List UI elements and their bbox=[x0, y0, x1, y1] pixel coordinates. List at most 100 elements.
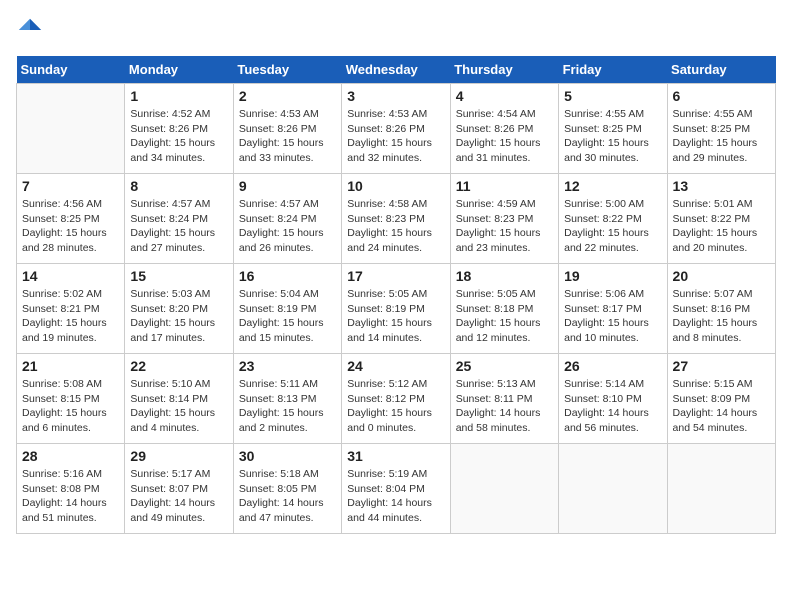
column-header-friday: Friday bbox=[559, 56, 667, 84]
calendar-cell: 18 Sunrise: 5:05 AM Sunset: 8:18 PM Dayli… bbox=[450, 264, 558, 354]
calendar-cell: 5 Sunrise: 4:55 AM Sunset: 8:25 PM Daylig… bbox=[559, 84, 667, 174]
day-detail: Sunrise: 5:01 AM Sunset: 8:22 PM Dayligh… bbox=[673, 197, 770, 256]
day-detail: Sunrise: 5:05 AM Sunset: 8:18 PM Dayligh… bbox=[456, 287, 553, 346]
day-number: 3 bbox=[347, 88, 444, 104]
calendar-cell: 17 Sunrise: 5:05 AM Sunset: 8:19 PM Dayli… bbox=[342, 264, 450, 354]
day-number: 23 bbox=[239, 358, 336, 374]
day-number: 30 bbox=[239, 448, 336, 464]
day-number: 29 bbox=[130, 448, 227, 464]
calendar-cell: 24Sunrise: 5:12 AM Sunset: 8:12 PM Dayli… bbox=[342, 354, 450, 444]
day-detail: Sunrise: 5:17 AM Sunset: 8:07 PM Dayligh… bbox=[130, 467, 227, 526]
calendar-cell: 23 Sunrise: 5:11 AM Sunset: 8:13 PM Dayli… bbox=[233, 354, 341, 444]
calendar-cell: 11 Sunrise: 4:59 AM Sunset: 8:23 PM Dayli… bbox=[450, 174, 558, 264]
day-number: 4 bbox=[456, 88, 553, 104]
day-detail: Sunrise: 5:07 AM Sunset: 8:16 PM Dayligh… bbox=[673, 287, 770, 346]
day-detail: Sunrise: 4:55 AM Sunset: 8:25 PM Dayligh… bbox=[673, 107, 770, 166]
day-number: 20 bbox=[673, 268, 770, 284]
day-number: 10 bbox=[347, 178, 444, 194]
day-detail: Sunrise: 5:19 AM Sunset: 8:04 PM Dayligh… bbox=[347, 467, 444, 526]
day-detail: Sunrise: 4:53 AM Sunset: 8:26 PM Dayligh… bbox=[347, 107, 444, 166]
calendar-cell: 10Sunrise: 4:58 AM Sunset: 8:23 PM Dayli… bbox=[342, 174, 450, 264]
day-detail: Sunrise: 5:12 AM Sunset: 8:12 PM Dayligh… bbox=[347, 377, 444, 436]
calendar-header: SundayMondayTuesdayWednesdayThursdayFrid… bbox=[17, 56, 776, 84]
calendar-cell: 21 Sunrise: 5:08 AM Sunset: 8:15 PM Dayli… bbox=[17, 354, 125, 444]
calendar-cell: 27 Sunrise: 5:15 AM Sunset: 8:09 PM Dayli… bbox=[667, 354, 775, 444]
column-header-tuesday: Tuesday bbox=[233, 56, 341, 84]
day-number: 18 bbox=[456, 268, 553, 284]
calendar-cell: 12 Sunrise: 5:00 AM Sunset: 8:22 PM Dayli… bbox=[559, 174, 667, 264]
day-number: 1 bbox=[130, 88, 227, 104]
day-number: 12 bbox=[564, 178, 661, 194]
day-number: 16 bbox=[239, 268, 336, 284]
calendar-week-5: 28 Sunrise: 5:16 AM Sunset: 8:08 PM Dayli… bbox=[17, 444, 776, 534]
day-number: 6 bbox=[673, 88, 770, 104]
calendar-cell bbox=[450, 444, 558, 534]
calendar-week-1: 1 Sunrise: 4:52 AM Sunset: 8:26 PM Daylig… bbox=[17, 84, 776, 174]
calendar-week-4: 21 Sunrise: 5:08 AM Sunset: 8:15 PM Dayli… bbox=[17, 354, 776, 444]
calendar-cell: 6 Sunrise: 4:55 AM Sunset: 8:25 PM Daylig… bbox=[667, 84, 775, 174]
day-number: 5 bbox=[564, 88, 661, 104]
day-detail: Sunrise: 4:53 AM Sunset: 8:26 PM Dayligh… bbox=[239, 107, 336, 166]
calendar-cell: 9 Sunrise: 4:57 AM Sunset: 8:24 PM Daylig… bbox=[233, 174, 341, 264]
day-number: 25 bbox=[456, 358, 553, 374]
day-detail: Sunrise: 4:56 AM Sunset: 8:25 PM Dayligh… bbox=[22, 197, 119, 256]
column-header-sunday: Sunday bbox=[17, 56, 125, 84]
calendar-cell bbox=[559, 444, 667, 534]
day-number: 17 bbox=[347, 268, 444, 284]
day-detail: Sunrise: 5:08 AM Sunset: 8:15 PM Dayligh… bbox=[22, 377, 119, 436]
calendar-cell bbox=[17, 84, 125, 174]
day-detail: Sunrise: 5:02 AM Sunset: 8:21 PM Dayligh… bbox=[22, 287, 119, 346]
calendar-cell: 4 Sunrise: 4:54 AM Sunset: 8:26 PM Daylig… bbox=[450, 84, 558, 174]
calendar-cell: 28 Sunrise: 5:16 AM Sunset: 8:08 PM Dayli… bbox=[17, 444, 125, 534]
day-detail: Sunrise: 5:14 AM Sunset: 8:10 PM Dayligh… bbox=[564, 377, 661, 436]
day-number: 9 bbox=[239, 178, 336, 194]
calendar-cell: 26Sunrise: 5:14 AM Sunset: 8:10 PM Dayli… bbox=[559, 354, 667, 444]
calendar-cell: 3 Sunrise: 4:53 AM Sunset: 8:26 PM Daylig… bbox=[342, 84, 450, 174]
calendar-cell: 29 Sunrise: 5:17 AM Sunset: 8:07 PM Dayli… bbox=[125, 444, 233, 534]
column-header-saturday: Saturday bbox=[667, 56, 775, 84]
day-detail: Sunrise: 4:59 AM Sunset: 8:23 PM Dayligh… bbox=[456, 197, 553, 256]
day-detail: Sunrise: 5:05 AM Sunset: 8:19 PM Dayligh… bbox=[347, 287, 444, 346]
calendar-cell: 31 Sunrise: 5:19 AM Sunset: 8:04 PM Dayli… bbox=[342, 444, 450, 534]
day-number: 14 bbox=[22, 268, 119, 284]
day-number: 27 bbox=[673, 358, 770, 374]
calendar-body: 1 Sunrise: 4:52 AM Sunset: 8:26 PM Daylig… bbox=[17, 84, 776, 534]
calendar-cell: 1 Sunrise: 4:52 AM Sunset: 8:26 PM Daylig… bbox=[125, 84, 233, 174]
day-number: 28 bbox=[22, 448, 119, 464]
day-number: 8 bbox=[130, 178, 227, 194]
calendar-cell: 16 Sunrise: 5:04 AM Sunset: 8:19 PM Dayli… bbox=[233, 264, 341, 354]
day-detail: Sunrise: 5:11 AM Sunset: 8:13 PM Dayligh… bbox=[239, 377, 336, 436]
day-number: 11 bbox=[456, 178, 553, 194]
calendar-cell: 14 Sunrise: 5:02 AM Sunset: 8:21 PM Dayli… bbox=[17, 264, 125, 354]
calendar-cell: 7Sunrise: 4:56 AM Sunset: 8:25 PM Daylig… bbox=[17, 174, 125, 264]
day-detail: Sunrise: 5:06 AM Sunset: 8:17 PM Dayligh… bbox=[564, 287, 661, 346]
day-detail: Sunrise: 5:04 AM Sunset: 8:19 PM Dayligh… bbox=[239, 287, 336, 346]
day-detail: Sunrise: 4:57 AM Sunset: 8:24 PM Dayligh… bbox=[239, 197, 336, 256]
column-header-monday: Monday bbox=[125, 56, 233, 84]
day-detail: Sunrise: 4:57 AM Sunset: 8:24 PM Dayligh… bbox=[130, 197, 227, 256]
calendar-table: SundayMondayTuesdayWednesdayThursdayFrid… bbox=[16, 56, 776, 534]
calendar-week-3: 14 Sunrise: 5:02 AM Sunset: 8:21 PM Dayli… bbox=[17, 264, 776, 354]
day-detail: Sunrise: 5:15 AM Sunset: 8:09 PM Dayligh… bbox=[673, 377, 770, 436]
calendar-cell: 19Sunrise: 5:06 AM Sunset: 8:17 PM Dayli… bbox=[559, 264, 667, 354]
day-number: 22 bbox=[130, 358, 227, 374]
calendar-cell: 30Sunrise: 5:18 AM Sunset: 8:05 PM Dayli… bbox=[233, 444, 341, 534]
day-detail: Sunrise: 4:54 AM Sunset: 8:26 PM Dayligh… bbox=[456, 107, 553, 166]
calendar-cell: 22 Sunrise: 5:10 AM Sunset: 8:14 PM Dayli… bbox=[125, 354, 233, 444]
day-detail: Sunrise: 5:00 AM Sunset: 8:22 PM Dayligh… bbox=[564, 197, 661, 256]
calendar-cell: 13 Sunrise: 5:01 AM Sunset: 8:22 PM Dayli… bbox=[667, 174, 775, 264]
day-detail: Sunrise: 4:52 AM Sunset: 8:26 PM Dayligh… bbox=[130, 107, 227, 166]
day-detail: Sunrise: 5:16 AM Sunset: 8:08 PM Dayligh… bbox=[22, 467, 119, 526]
day-number: 31 bbox=[347, 448, 444, 464]
logo-icon bbox=[16, 16, 44, 44]
page-header bbox=[16, 16, 776, 44]
calendar-cell: 20 Sunrise: 5:07 AM Sunset: 8:16 PM Dayli… bbox=[667, 264, 775, 354]
day-number: 13 bbox=[673, 178, 770, 194]
day-number: 15 bbox=[130, 268, 227, 284]
day-detail: Sunrise: 5:10 AM Sunset: 8:14 PM Dayligh… bbox=[130, 377, 227, 436]
calendar-cell: 15 Sunrise: 5:03 AM Sunset: 8:20 PM Dayli… bbox=[125, 264, 233, 354]
day-detail: Sunrise: 4:55 AM Sunset: 8:25 PM Dayligh… bbox=[564, 107, 661, 166]
day-detail: Sunrise: 5:03 AM Sunset: 8:20 PM Dayligh… bbox=[130, 287, 227, 346]
column-header-wednesday: Wednesday bbox=[342, 56, 450, 84]
day-number: 21 bbox=[22, 358, 119, 374]
